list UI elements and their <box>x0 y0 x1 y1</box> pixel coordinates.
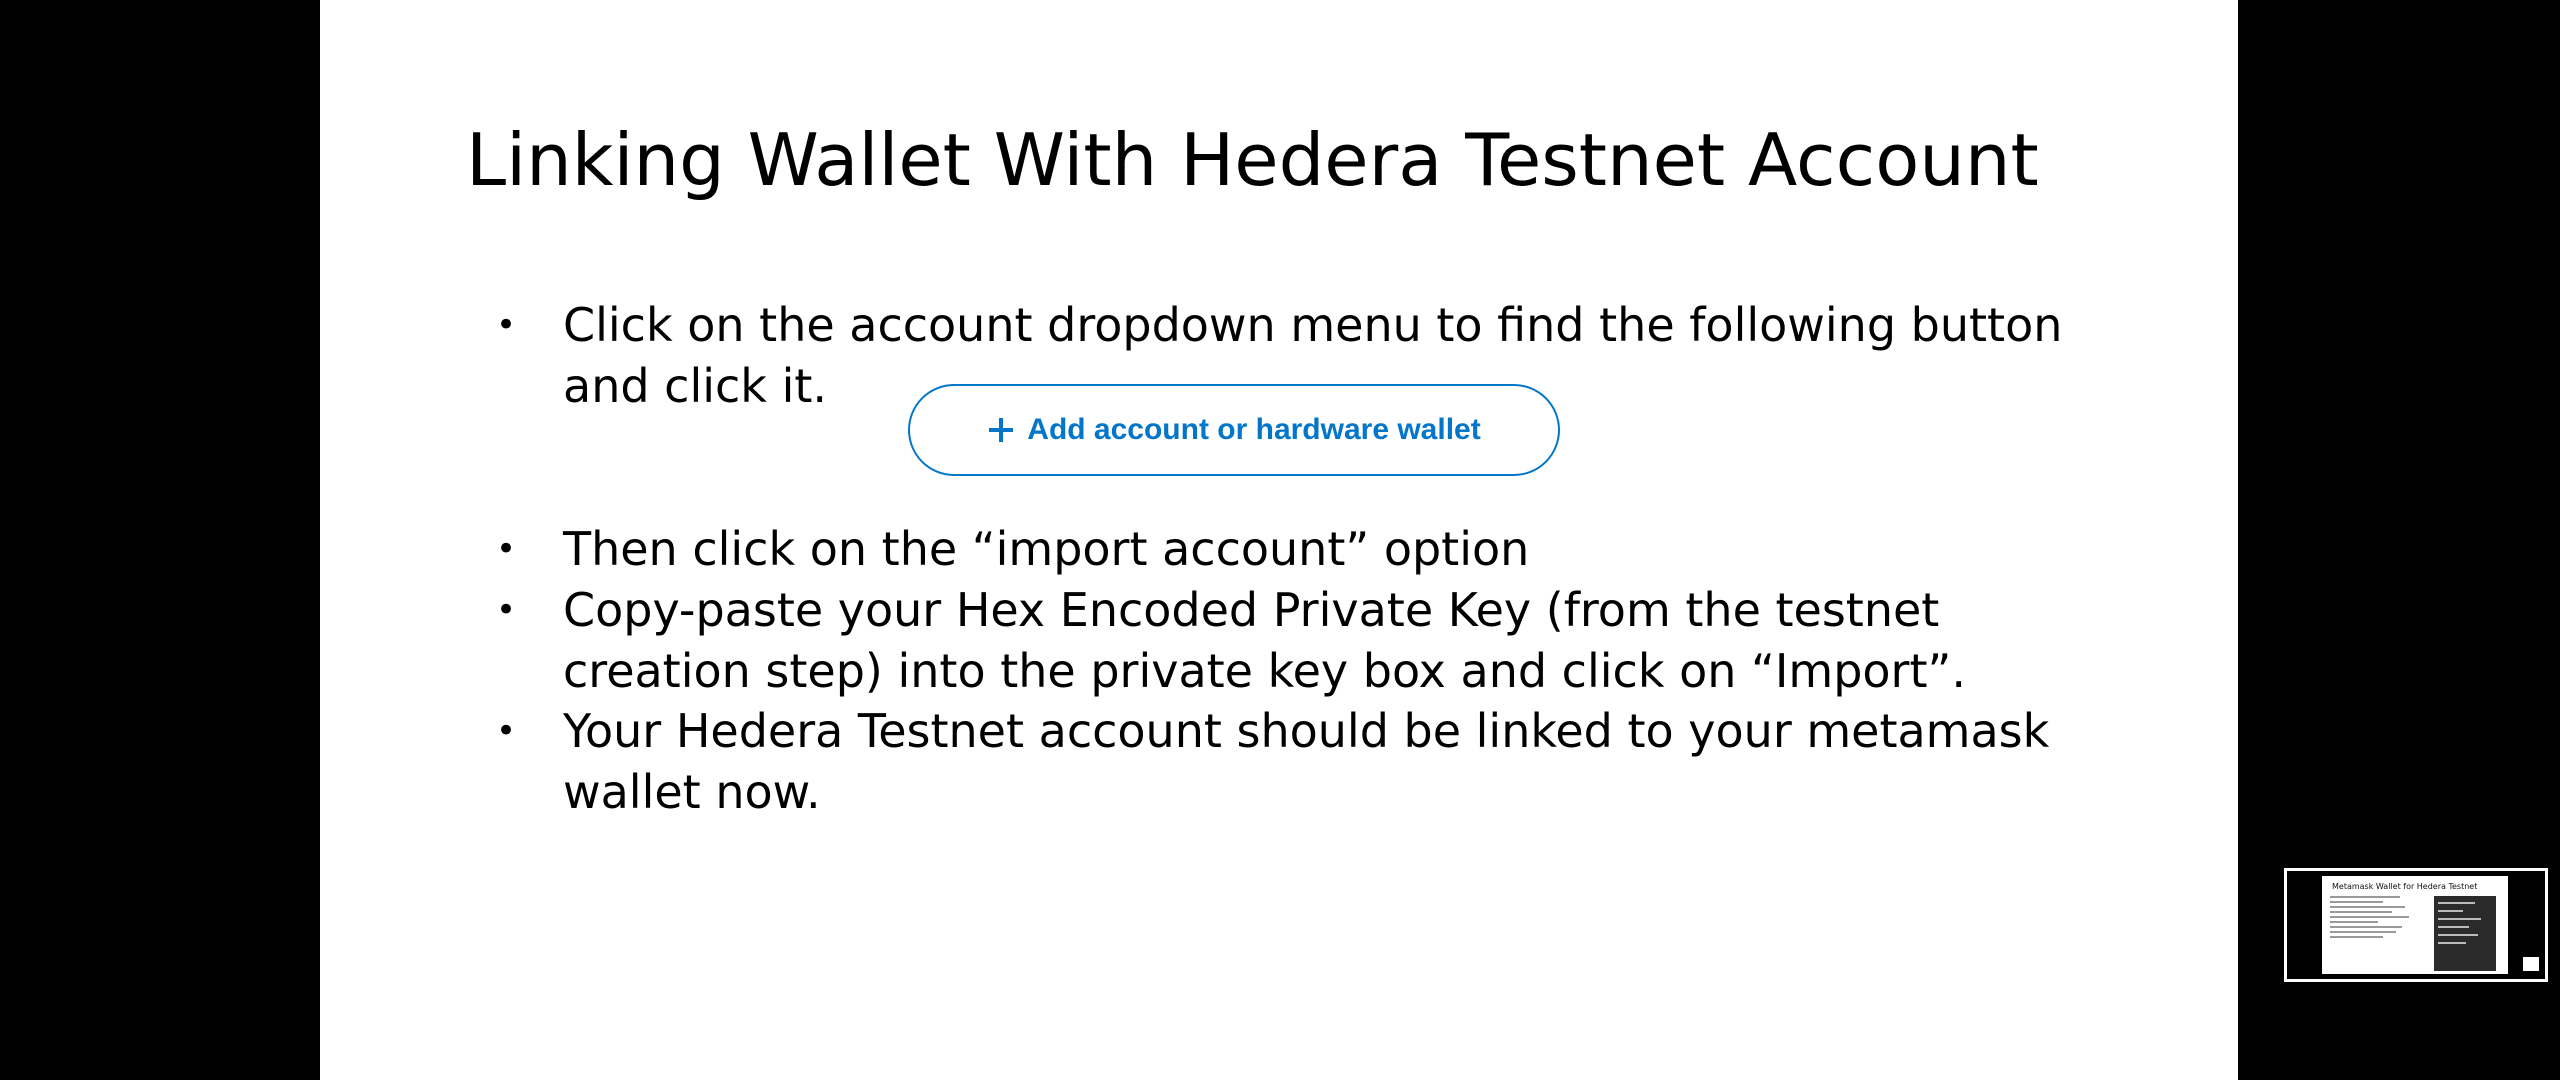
bullet-line: Click on the account dropdown menu to fi… <box>563 298 2063 352</box>
bullet-line: Copy-paste your Hex Encoded Private Key … <box>563 583 1940 637</box>
thumbnail-screenshot-panel <box>2434 896 2496 971</box>
bullet-line: wallet now. <box>563 765 821 819</box>
bullet-marker: • <box>496 590 517 630</box>
thumbnail-text-lines <box>2330 896 2418 941</box>
plus-icon <box>989 418 1014 442</box>
bullet-text: Then click on the “import account” optio… <box>563 519 1529 580</box>
add-account-button[interactable]: Add account or hardware wallet <box>908 384 1560 476</box>
slide-thumbnail[interactable]: Metamask Wallet for Hedera Testnet <box>2284 868 2548 982</box>
thumbnail-corner-indicator <box>2523 957 2539 971</box>
bullet-marker: • <box>496 529 517 569</box>
slide-title: Linking Wallet With Hedera Testnet Accou… <box>466 118 2039 202</box>
bullet-marker: • <box>496 305 517 345</box>
slide: Linking Wallet With Hedera Testnet Accou… <box>320 0 2238 1080</box>
thumbnail-slide-preview: Metamask Wallet for Hedera Testnet <box>2322 876 2508 974</box>
bullet-text: Copy-paste your Hex Encoded Private Key … <box>563 580 1966 702</box>
thumbnail-title: Metamask Wallet for Hedera Testnet <box>2332 882 2478 891</box>
add-account-button-label: Add account or hardware wallet <box>1027 413 1481 446</box>
bullet-line: Then click on the “import account” optio… <box>563 522 1530 576</box>
bullet-line: Your Hedera Testnet account should be li… <box>563 704 2050 758</box>
bullet-line: creation step) into the private key box … <box>563 644 1966 698</box>
bullet-marker: • <box>496 711 517 751</box>
bullet-text: Your Hedera Testnet account should be li… <box>563 701 2049 823</box>
